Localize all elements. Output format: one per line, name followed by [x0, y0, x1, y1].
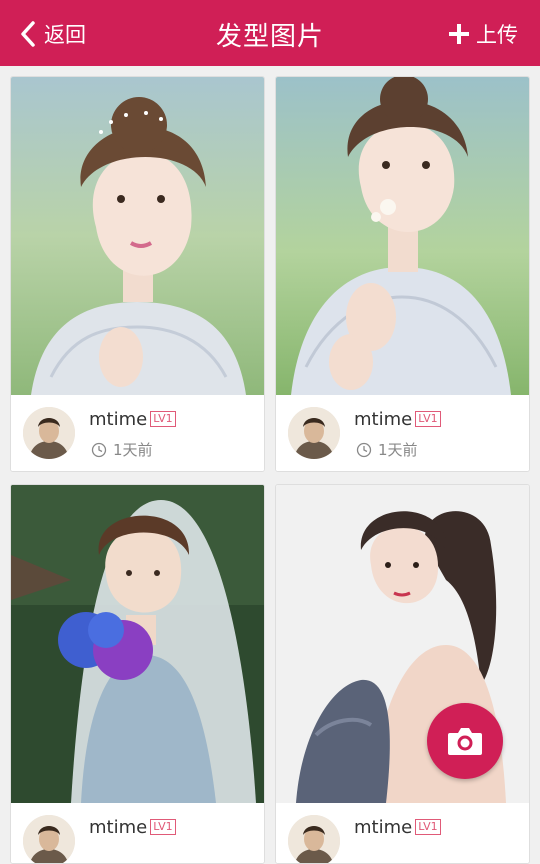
post-info: mtime LV1	[276, 803, 529, 864]
camera-button[interactable]	[427, 703, 503, 779]
camera-icon	[448, 728, 482, 755]
level-badge: LV1	[150, 411, 176, 427]
upload-label: 上传	[476, 23, 518, 47]
photo-card[interactable]: mtime LV1 1天前	[275, 76, 530, 472]
avatar[interactable]	[23, 815, 75, 864]
upload-button[interactable]: 上传	[448, 18, 518, 50]
post-info: mtime LV1 1天前	[11, 395, 264, 471]
plus-icon	[449, 24, 469, 44]
avatar[interactable]	[288, 815, 340, 864]
username[interactable]: mtime LV1	[89, 817, 176, 838]
photo-card[interactable]: mtime LV1	[10, 484, 265, 864]
clock-icon	[91, 442, 107, 457]
username[interactable]: mtime LV1	[354, 409, 441, 430]
username[interactable]: mtime LV1	[89, 409, 176, 430]
post-time: 1天前	[91, 439, 153, 460]
post-info: mtime LV1 1天前	[276, 395, 529, 471]
photo-card[interactable]: mtime LV1 1天前	[10, 76, 265, 472]
username[interactable]: mtime LV1	[354, 817, 441, 838]
level-badge: LV1	[415, 819, 441, 835]
level-badge: LV1	[415, 411, 441, 427]
post-time: 1天前	[356, 439, 418, 460]
top-bar: 返回 发型图片 上传	[0, 0, 540, 66]
level-badge: LV1	[150, 819, 176, 835]
post-info: mtime LV1	[11, 803, 264, 864]
photo-card[interactable]: mtime LV1	[275, 484, 530, 864]
hairstyle-photo[interactable]	[11, 485, 264, 803]
avatar[interactable]	[288, 407, 340, 459]
hairstyle-photo[interactable]	[11, 77, 264, 395]
clock-icon	[356, 442, 372, 457]
hairstyle-photo[interactable]	[276, 77, 529, 395]
avatar[interactable]	[23, 407, 75, 459]
